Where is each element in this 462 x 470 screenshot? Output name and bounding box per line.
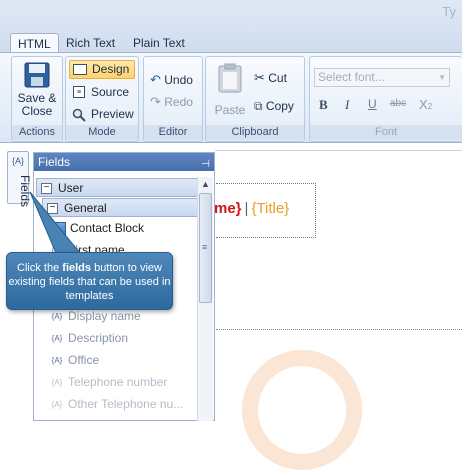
help-callout: Click the fields button to view existing…	[6, 252, 173, 310]
callout-bold: fields	[62, 262, 92, 274]
callout-prefix: Click the	[17, 262, 63, 274]
callout-pointer	[29, 191, 82, 254]
